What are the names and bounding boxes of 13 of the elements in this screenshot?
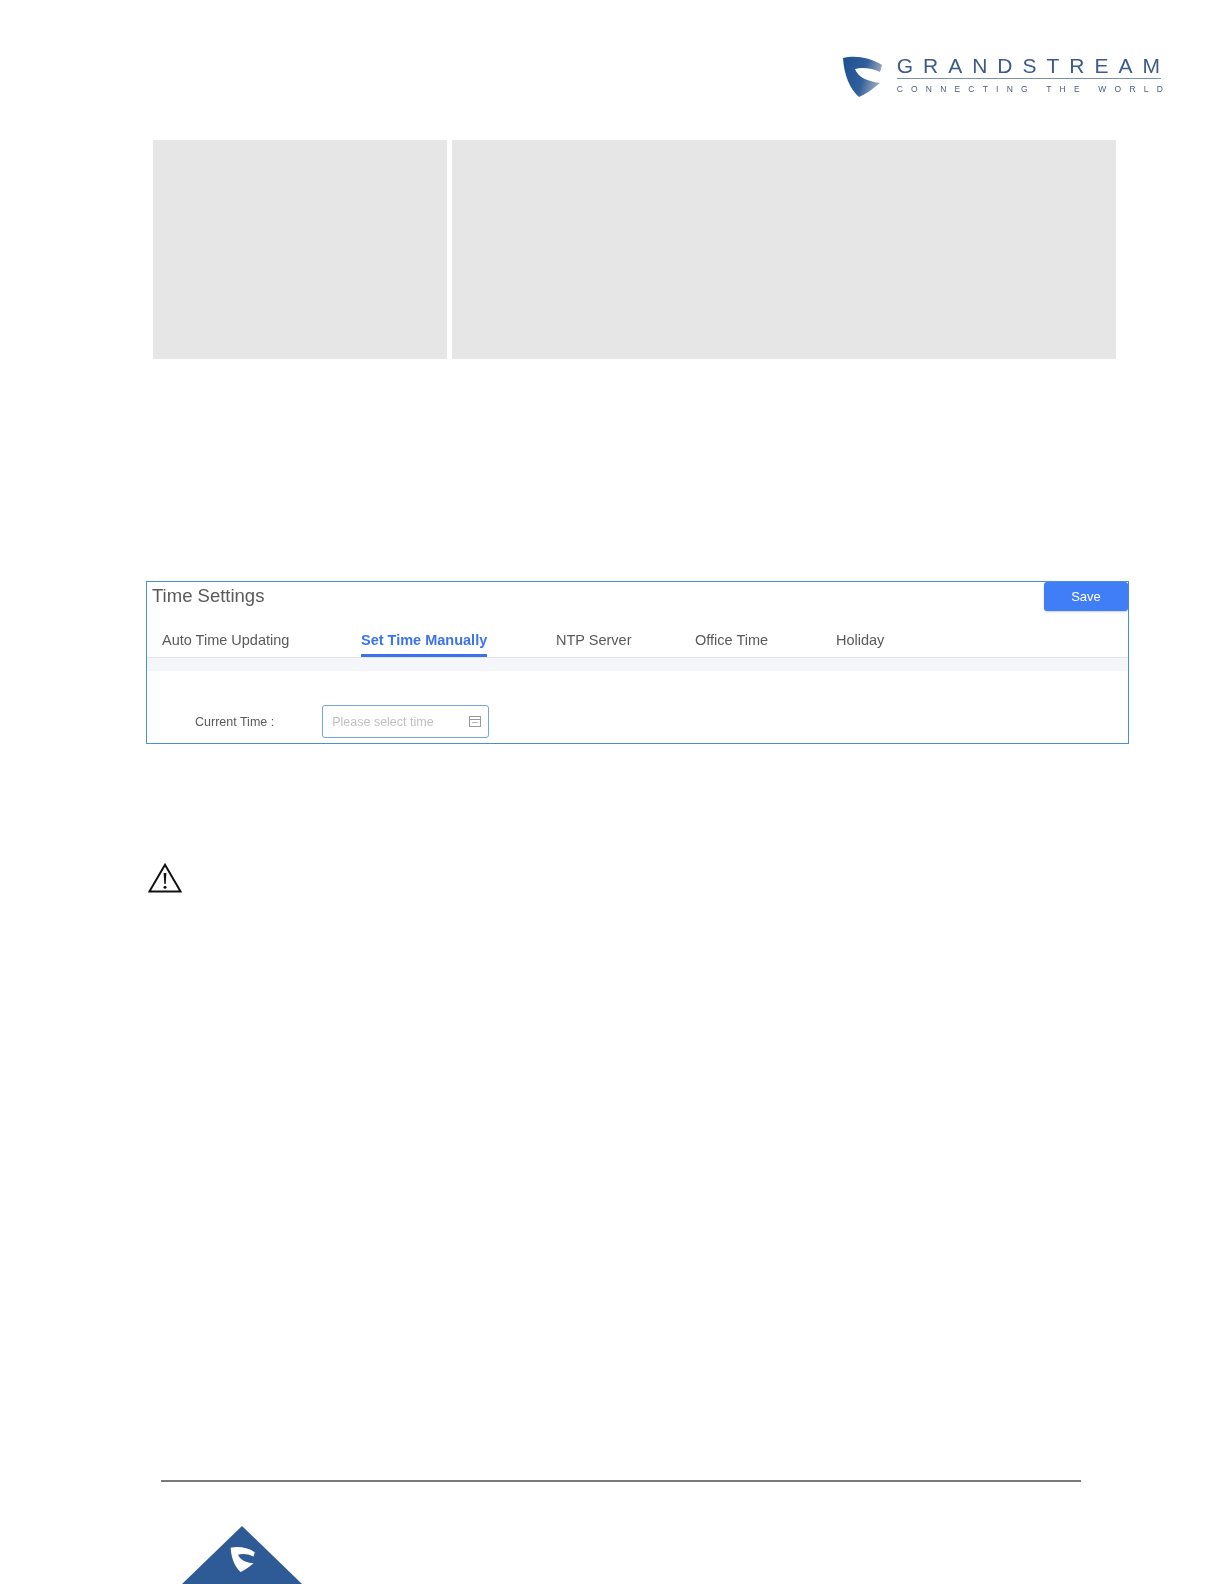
calendar-icon[interactable] — [469, 716, 482, 727]
tab[interactable]: Office Time — [695, 632, 769, 657]
field-label: Current Time : — [195, 714, 275, 729]
brand-name: GRANDSTREAM — [896, 55, 1171, 76]
warning-icon — [148, 863, 182, 893]
tab[interactable]: Holiday — [836, 632, 885, 657]
save-button[interactable]: Save — [1044, 582, 1128, 611]
panel-title: Time Settings — [152, 584, 265, 607]
swoosh-logo-icon — [841, 55, 884, 97]
brand-tagline: CONNECTING THE WORLD — [896, 85, 1171, 93]
tab[interactable]: NTP Server — [556, 632, 632, 657]
date-input-field[interactable]: Please select time — [322, 705, 490, 738]
tab[interactable]: Auto Time Updating — [162, 632, 290, 657]
